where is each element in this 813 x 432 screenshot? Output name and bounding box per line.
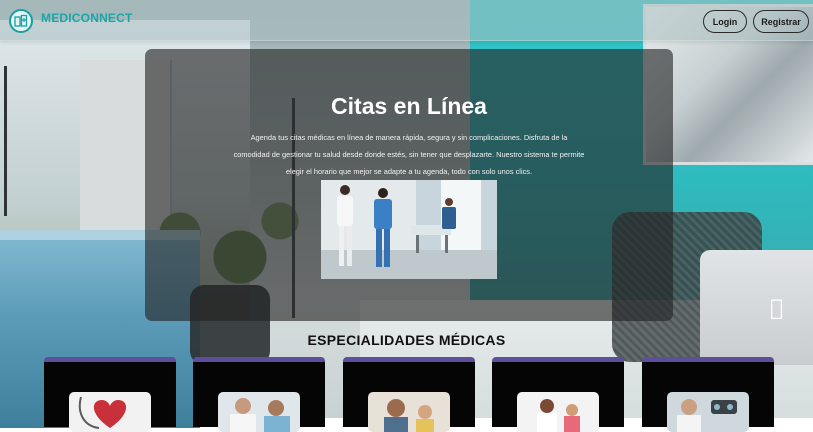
brand-name[interactable]: MEDICONNECT [41,11,133,25]
pediatrics-image [368,392,450,432]
login-button[interactable]: Login [703,10,747,33]
hero-description: Agenda tus citas médicas en línea de man… [233,133,585,176]
navbar: MEDICONNECT Login Registrar [0,0,813,41]
specialty-card-ophthalmology[interactable] [642,357,774,432]
hospital-corridor-image [321,180,497,279]
specialty-card-cardiology[interactable] [44,357,176,432]
register-button[interactable]: Registrar [753,10,809,33]
child-checkup-image [517,392,599,432]
apple-logo-icon:  [770,296,783,321]
ophthalmology-image [667,392,749,432]
specialty-card-general[interactable] [193,357,325,432]
doctor-patient-image [218,392,300,432]
specialties-title: ESPECIALIDADES MÉDICAS [307,332,506,348]
logo-icon[interactable] [9,9,33,33]
specialty-card-pediatrics-2[interactable] [492,357,624,432]
specialty-card-pediatrics[interactable] [343,357,475,432]
cardiology-image [69,392,151,432]
hero-title: Citas en Línea [331,93,487,119]
hero-panel: Citas en Línea Agenda tus citas médicas … [145,49,673,321]
background-medical-monitor [4,66,47,216]
